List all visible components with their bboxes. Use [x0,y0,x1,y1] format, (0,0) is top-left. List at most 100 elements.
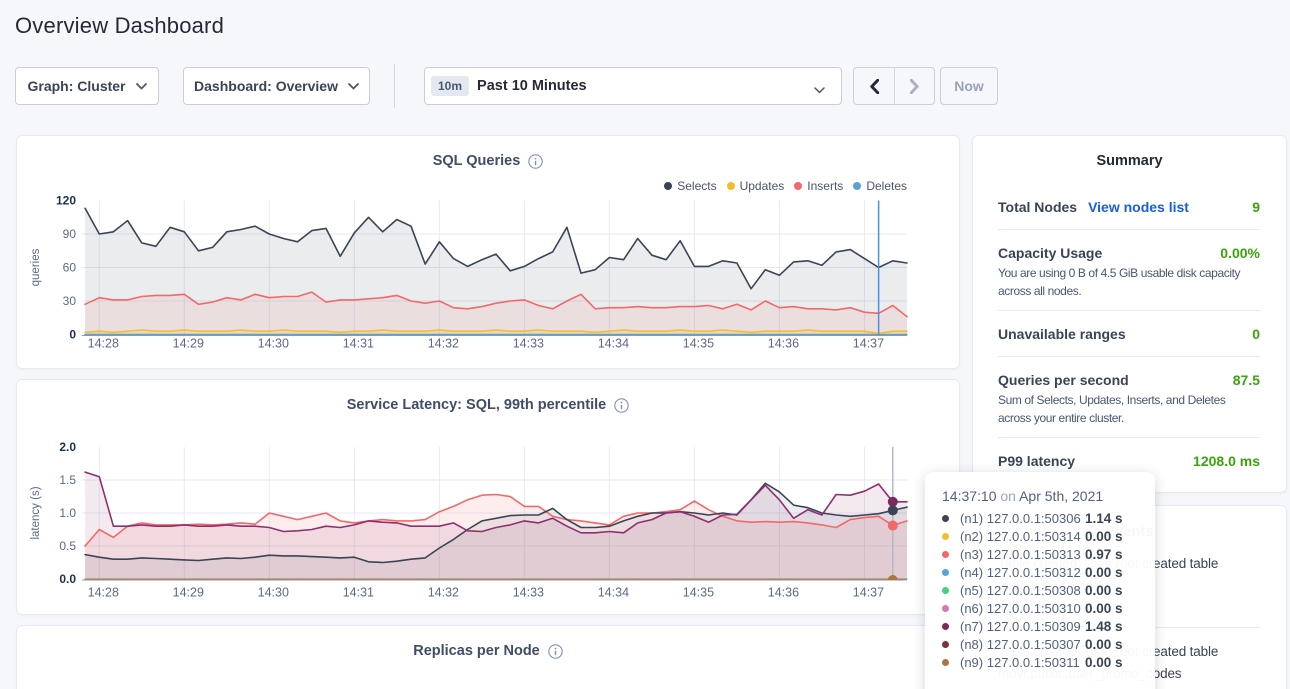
summary-row-description: You are using 0 B of 4.5 GiB usable disk… [998,264,1260,310]
time-back-button[interactable] [854,68,894,104]
summary-row-value: 87.5 [1233,372,1260,388]
tooltip-node-label: (n2) 127.0.0.1:50314 [960,529,1081,544]
chevron-down-icon [348,83,359,90]
svg-text:14:32: 14:32 [428,586,459,600]
svg-text:14:33: 14:33 [513,337,544,351]
service-latency-chart-card: Service Latency: SQL, 99th percentile0.0… [16,379,960,615]
series-color-dot [942,641,949,648]
tooltip-node-row: (n4) 127.0.0.1:50312 0.00 s [942,563,1155,581]
series-color-dot [942,623,949,630]
tooltip-node-label: (n6) 127.0.0.1:50310 [960,601,1081,616]
svg-text:60: 60 [63,261,77,275]
svg-text:1.5: 1.5 [59,473,76,487]
view-nodes-list-link[interactable]: View nodes list [1088,199,1189,215]
now-button[interactable]: Now [940,67,998,105]
summary-row-description: Sum of Selects, Updates, Inserts, and De… [998,391,1260,437]
svg-text:14:35: 14:35 [683,337,714,351]
svg-text:14:35: 14:35 [683,586,714,600]
tooltip-node-value: 0.97 s [1085,547,1123,562]
chart-title: Replicas per Node [17,643,959,659]
svg-text:14:28: 14:28 [88,586,119,600]
tooltip-node-value: 0.00 s [1085,637,1123,652]
graph-dropdown[interactable]: Graph: Cluster [15,67,159,105]
tooltip-node-label: (n4) 127.0.0.1:50312 [960,565,1081,580]
chart-plot[interactable]: 0.0 0.5 1.0 1.5 2.0 14:28 14:29 14:30 14:31 14:32… [17,380,961,616]
summary-row-label: P99 latency [998,453,1075,469]
dashboard-dropdown[interactable]: Dashboard: Overview [183,67,370,105]
svg-text:14:29: 14:29 [173,337,204,351]
svg-text:14:31: 14:31 [343,586,374,600]
chevron-down-icon [814,81,825,97]
svg-text:latency (s): latency (s) [30,486,42,539]
svg-text:14:29: 14:29 [173,586,204,600]
svg-text:14:34: 14:34 [598,586,629,600]
tooltip-node-row: (n8) 127.0.0.1:50307 0.00 s [942,635,1155,653]
time-range-label: Past 10 Minutes [477,78,587,94]
tooltip-node-value: 0.00 s [1085,583,1123,598]
svg-text:2.0: 2.0 [59,440,76,454]
tooltip-node-value: 0.00 s [1085,565,1123,580]
svg-text:14:30: 14:30 [258,586,289,600]
svg-text:14:32: 14:32 [428,337,459,351]
svg-text:14:33: 14:33 [513,586,544,600]
summary-title: Summary [973,136,1286,184]
page-title: Overview Dashboard [15,13,224,39]
svg-text:1.0: 1.0 [59,506,76,520]
tooltip-node-value: 1.14 s [1085,511,1123,526]
info-icon[interactable] [548,644,563,659]
tooltip-node-label: (n3) 127.0.0.1:50313 [960,547,1081,562]
graph-dropdown-label: Graph: Cluster [27,78,125,94]
time-forward-button[interactable] [894,68,934,104]
tooltip-node-label: (n7) 127.0.0.1:50309 [960,619,1081,634]
tooltip-node-label: (n8) 127.0.0.1:50307 [960,637,1081,652]
tooltip-node-row: (n2) 127.0.0.1:503140.00 s [942,527,1155,545]
summary-row-value: 9 [1252,199,1260,215]
chevron-down-icon [136,83,147,90]
series-color-dot [942,587,949,594]
tooltip-node-row: (n3) 127.0.0.1:50313 0.97 s [942,545,1155,563]
tooltip-node-row: (n9) 127.0.0.1:50311 0.00 s [942,653,1155,671]
tooltip-node-row: (n6) 127.0.0.1:50310 0.00 s [942,599,1155,617]
summary-row-label: Unavailable ranges [998,326,1126,342]
series-color-dot [942,533,949,540]
summary-row-value: 0 [1252,326,1260,342]
summary-row-value: 0.00% [1220,245,1260,261]
summary-row-label: Queries per second [998,372,1129,388]
svg-text:90: 90 [63,227,77,241]
chart-plot[interactable]: 030609012014:2814:2914:3014:3114:3214:33… [17,136,961,370]
series-color-dot [942,515,949,522]
svg-text:14:37: 14:37 [853,337,884,351]
chart-title-text: Replicas per Node [413,643,540,659]
time-step-buttons [853,67,935,105]
dashboard-dropdown-label: Dashboard: Overview [194,78,338,94]
summary-row-label: Total Nodes [998,199,1077,215]
svg-text:14:31: 14:31 [343,337,374,351]
series-color-dot [942,569,949,576]
summary-row-value: 1208.0 ms [1193,453,1260,469]
tooltip-node-value: 0.00 s [1085,601,1123,616]
svg-text:14:37: 14:37 [853,586,884,600]
tooltip-timestamp: 14:37:10 on Apr 5th, 2021 [942,488,1155,504]
svg-text:14:28: 14:28 [88,337,119,351]
tooltip-node-value: 0.00 s [1085,655,1123,670]
replicas-chart-card: Replicas per Node [16,625,960,689]
svg-text:14:36: 14:36 [768,337,799,351]
svg-text:30: 30 [63,294,77,308]
svg-text:0: 0 [69,328,76,342]
summary-row: Unavailable ranges 0 [998,310,1260,356]
tooltip-node-row: (n7) 127.0.0.1:503091.48 s [942,617,1155,635]
summary-row: Total Nodes View nodes list 9 [998,184,1260,229]
svg-text:0.5: 0.5 [59,539,76,553]
summary-panel: Summary Total Nodes View nodes list 9 Capac… [972,135,1287,493]
tooltip-node-label: (n9) 127.0.0.1:50311 [960,655,1080,670]
svg-text:14:30: 14:30 [258,337,289,351]
svg-text:0.0: 0.0 [59,572,76,586]
sql-queries-chart-card: SQL QueriesSelectsUpdatesInsertsDeletes0… [16,135,960,369]
svg-text:14:36: 14:36 [768,586,799,600]
chart-hover-tooltip: 14:37:10 on Apr 5th, 2021 (n1) 127.0.0.1… [925,472,1155,689]
tooltip-node-label: (n1) 127.0.0.1:50306 [960,511,1081,526]
tooltip-node-row: (n1) 127.0.0.1:50306 1.14 s [942,509,1155,527]
time-range-dropdown[interactable]: 10m Past 10 Minutes [424,67,842,105]
series-color-dot [942,605,949,612]
summary-row-label: Capacity Usage [998,245,1102,261]
